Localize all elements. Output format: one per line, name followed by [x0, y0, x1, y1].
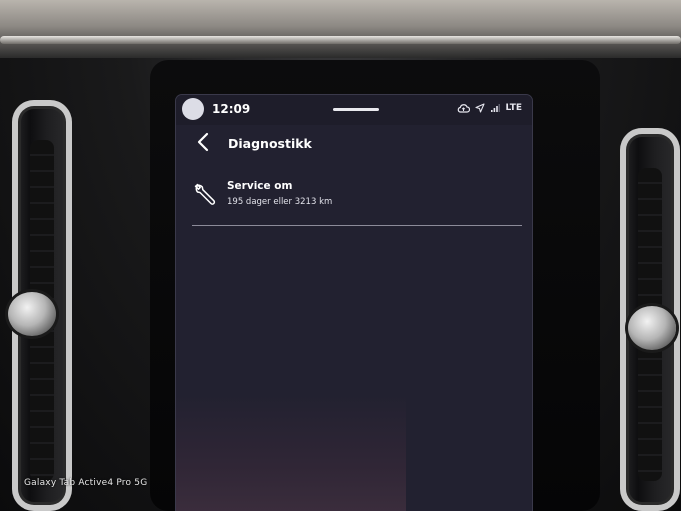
chevron-left-icon [197, 132, 209, 156]
dashboard-top-panel [0, 0, 681, 58]
network-type-label: LTE [505, 103, 522, 113]
cloud-sync-icon [457, 103, 471, 113]
location-arrow-icon [475, 103, 486, 113]
status-time: 12:09 [212, 102, 251, 116]
pull-down-handle[interactable] [333, 108, 379, 111]
infotainment-screen: 12:09 LTE Diagnostikk Service om 195 dag… [176, 95, 532, 511]
page-header: Diagnostikk [176, 125, 532, 165]
left-vent-knob[interactable] [8, 292, 56, 336]
service-interval-item[interactable]: Service om 195 dager eller 3213 km [176, 177, 532, 221]
status-bar: 12:09 LTE [176, 95, 532, 125]
back-button[interactable] [192, 131, 214, 157]
signal-bars-icon [490, 103, 501, 113]
item-title: Service om [227, 180, 293, 192]
wrench-icon [192, 181, 218, 207]
profile-avatar[interactable] [182, 98, 204, 120]
list-divider [192, 225, 522, 226]
item-subtitle: 195 dager eller 3213 km [227, 197, 333, 207]
status-icons: LTE [457, 103, 522, 113]
dashboard-chrome-trim [0, 36, 681, 44]
page-title: Diagnostikk [228, 136, 312, 151]
right-vent-knob[interactable] [628, 306, 676, 350]
screen-reflection [176, 395, 406, 511]
photo-watermark: Galaxy Tab Active4 Pro 5G [24, 478, 148, 488]
